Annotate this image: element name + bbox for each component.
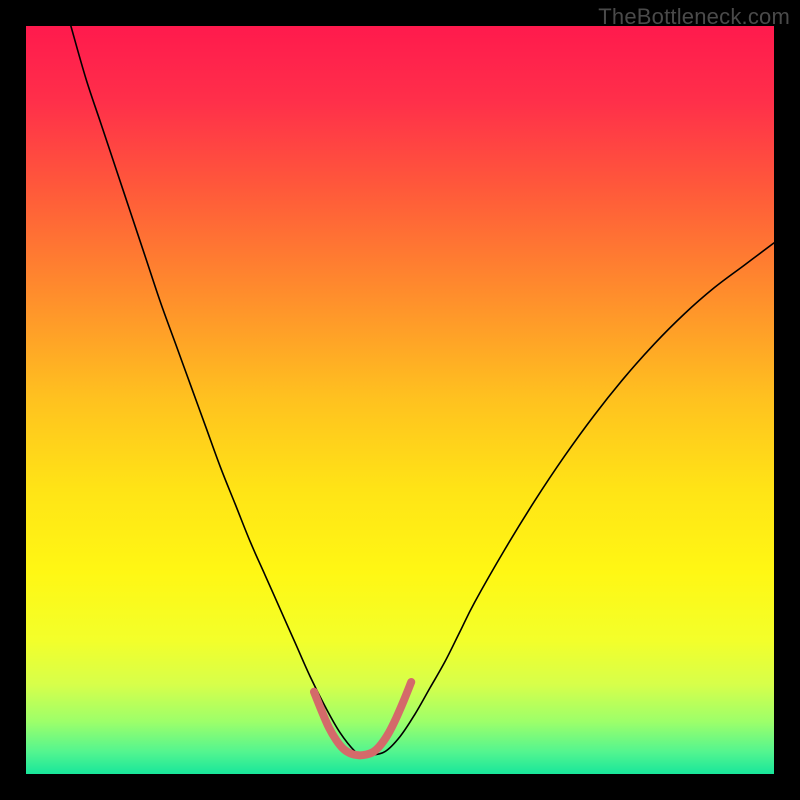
watermark-text: TheBottleneck.com — [598, 4, 790, 30]
bottleneck-curve — [26, 26, 774, 774]
chart-stage: TheBottleneck.com — [0, 0, 800, 800]
plot-area — [26, 26, 774, 774]
